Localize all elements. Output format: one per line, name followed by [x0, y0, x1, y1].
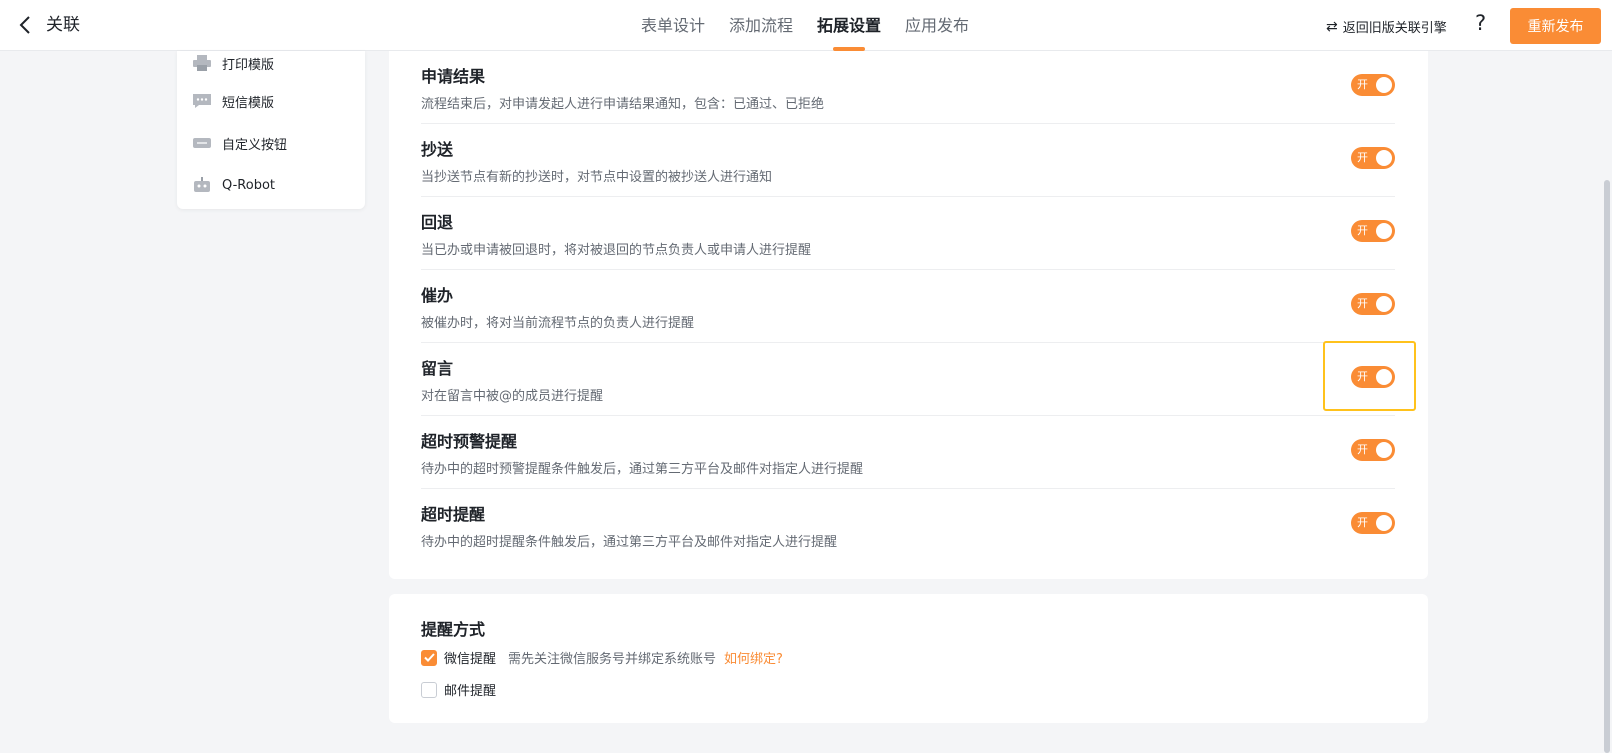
toggle-text: 开 — [1357, 78, 1368, 91]
urge-toggle[interactable]: 开 — [1351, 293, 1395, 315]
check-icon — [423, 653, 435, 662]
sidebar-item-sms-template[interactable]: 短信模版 — [192, 89, 274, 113]
legacy-engine-label: 返回旧版关联引擎 — [1342, 21, 1447, 36]
toggle-text: 开 — [1357, 297, 1368, 310]
apply-result-toggle[interactable]: 开 — [1351, 74, 1395, 96]
email-reminder-row: 邮件提醒 — [421, 680, 508, 699]
setting-description: 流程结束后，对申请发起人进行申请结果通知，包含：已通过、已拒绝 — [421, 97, 825, 112]
toggle-text: 开 — [1357, 151, 1368, 164]
toggle-text: 开 — [1357, 370, 1368, 383]
timeout-warning-toggle[interactable]: 开 — [1351, 439, 1395, 461]
scrollbar-thumb[interactable] — [1604, 180, 1610, 753]
setting-title: 超时预警提醒 — [421, 432, 518, 451]
toggle-knob — [1376, 223, 1392, 239]
timeout-reminder-toggle[interactable]: 开 — [1351, 512, 1395, 534]
cc-toggle[interactable]: 开 — [1351, 147, 1395, 169]
tab-extension-settings[interactable]: 拓展设置 — [817, 0, 881, 51]
setting-row-apply-result: 申请结果 流程结束后，对申请发起人进行申请结果通知，包含：已通过、已拒绝 开 — [421, 51, 1395, 124]
toggle-knob — [1376, 515, 1392, 531]
setting-title: 催办 — [421, 286, 454, 305]
tab-form-design[interactable]: 表单设计 — [641, 0, 705, 51]
toggle-knob — [1376, 296, 1392, 312]
setting-title: 抄送 — [421, 140, 454, 159]
toggle-knob — [1376, 77, 1392, 93]
top-header: 关联 表单设计 添加流程 拓展设置 应用发布 ⇄ 返回旧版关联引擎 ? 重新发布 — [0, 0, 1612, 51]
setting-title: 回退 — [421, 213, 454, 232]
toggle-knob — [1376, 369, 1392, 385]
sidebar-item-label: 短信模版 — [222, 95, 275, 111]
wechat-reminder-checkbox[interactable] — [421, 649, 437, 666]
sidebar-item-custom-button[interactable]: 自定义按钮 — [192, 131, 287, 155]
setting-row-rollback: 回退 当已办或申请被回退时，将对被退回的节点负责人或申请人进行提醒 开 — [421, 197, 1395, 270]
republish-button[interactable]: 重新发布 — [1510, 8, 1601, 44]
reminder-method-title: 提醒方式 — [421, 620, 486, 639]
setting-description: 对在留言中被@的成员进行提醒 — [421, 389, 604, 404]
how-to-bind-link[interactable]: 如何绑定? — [724, 648, 783, 667]
tab-app-publish[interactable]: 应用发布 — [905, 0, 969, 51]
setting-title: 留言 — [421, 359, 454, 378]
swap-icon: ⇄ — [1326, 18, 1338, 35]
app-title: 关联 — [46, 15, 80, 35]
setting-title: 超时提醒 — [421, 505, 486, 524]
sidebar-item-q-robot[interactable]: Q-Robot — [192, 173, 275, 197]
toggle-text: 开 — [1357, 224, 1368, 237]
setting-row-urge: 催办 被催办时，将对当前流程节点的负责人进行提醒 开 — [421, 270, 1395, 343]
toggle-text: 开 — [1357, 516, 1368, 529]
setting-description: 被催办时，将对当前流程节点的负责人进行提醒 — [421, 316, 695, 331]
legacy-engine-link[interactable]: ⇄ 返回旧版关联引擎 — [1326, 17, 1447, 37]
message-icon — [193, 94, 211, 108]
sidebar-item-label: 打印模版 — [222, 57, 275, 73]
setting-title: 申请结果 — [421, 67, 486, 86]
setting-description: 当抄送节点有新的抄送时，对节点中设置的被抄送人进行通知 — [421, 170, 773, 185]
sidebar-item-print-template[interactable]: 打印模版 — [192, 51, 274, 75]
comment-toggle[interactable]: 开 — [1351, 366, 1395, 388]
setting-row-timeout-reminder: 超时提醒 待办中的超时提醒条件触发后，通过第三方平台及邮件对指定人进行提醒 开 — [421, 489, 1395, 562]
rollback-toggle[interactable]: 开 — [1351, 220, 1395, 242]
wechat-bind-hint: 需先关注微信服务号并绑定系统账号 — [508, 652, 717, 667]
sidebar-item-label: Q-Robot — [222, 177, 275, 193]
setting-row-timeout-warning: 超时预警提醒 待办中的超时预警提醒条件触发后，通过第三方平台及邮件对指定人进行提… — [421, 416, 1395, 489]
wechat-reminder-label: 微信提醒 — [444, 652, 497, 667]
setting-description: 当已办或申请被回退时，将对被退回的节点负责人或申请人进行提醒 — [421, 243, 812, 258]
setting-description: 待办中的超时预警提醒条件触发后，通过第三方平台及邮件对指定人进行提醒 — [421, 462, 864, 477]
email-reminder-label: 邮件提醒 — [444, 684, 497, 699]
chevron-left-icon — [19, 16, 30, 34]
notification-settings-card: 申请结果 流程结束后，对申请发起人进行申请结果通知，包含：已通过、已拒绝 开 抄… — [389, 51, 1428, 579]
custom-button-icon — [193, 138, 211, 148]
email-reminder-checkbox[interactable] — [421, 681, 437, 698]
reminder-method-card: 提醒方式 微信提醒 需先关注微信服务号并绑定系统账号 如何绑定? 邮件提醒 — [389, 594, 1428, 723]
help-icon[interactable]: ? — [1475, 11, 1486, 35]
printer-icon — [193, 55, 211, 71]
setting-description: 待办中的超时提醒条件触发后，通过第三方平台及邮件对指定人进行提醒 — [421, 535, 838, 550]
tab-add-process[interactable]: 添加流程 — [729, 0, 793, 51]
setting-row-comment: 留言 对在留言中被@的成员进行提醒 开 — [421, 343, 1395, 416]
main-tabs: 表单设计 添加流程 拓展设置 应用发布 — [641, 0, 993, 51]
toggle-knob — [1376, 442, 1392, 458]
sidebar-item-label: 自定义按钮 — [222, 137, 288, 153]
toggle-knob — [1376, 150, 1392, 166]
toggle-text: 开 — [1357, 443, 1368, 456]
wechat-reminder-row: 微信提醒 需先关注微信服务号并绑定系统账号 如何绑定? — [421, 648, 783, 667]
back-button[interactable]: 关联 — [18, 14, 80, 36]
setting-row-cc: 抄送 当抄送节点有新的抄送时，对节点中设置的被抄送人进行通知 开 — [421, 124, 1395, 197]
robot-icon — [194, 177, 210, 192]
settings-sidebar: 打印模版 短信模版 自定义按钮 Q-Robot — [177, 51, 365, 209]
